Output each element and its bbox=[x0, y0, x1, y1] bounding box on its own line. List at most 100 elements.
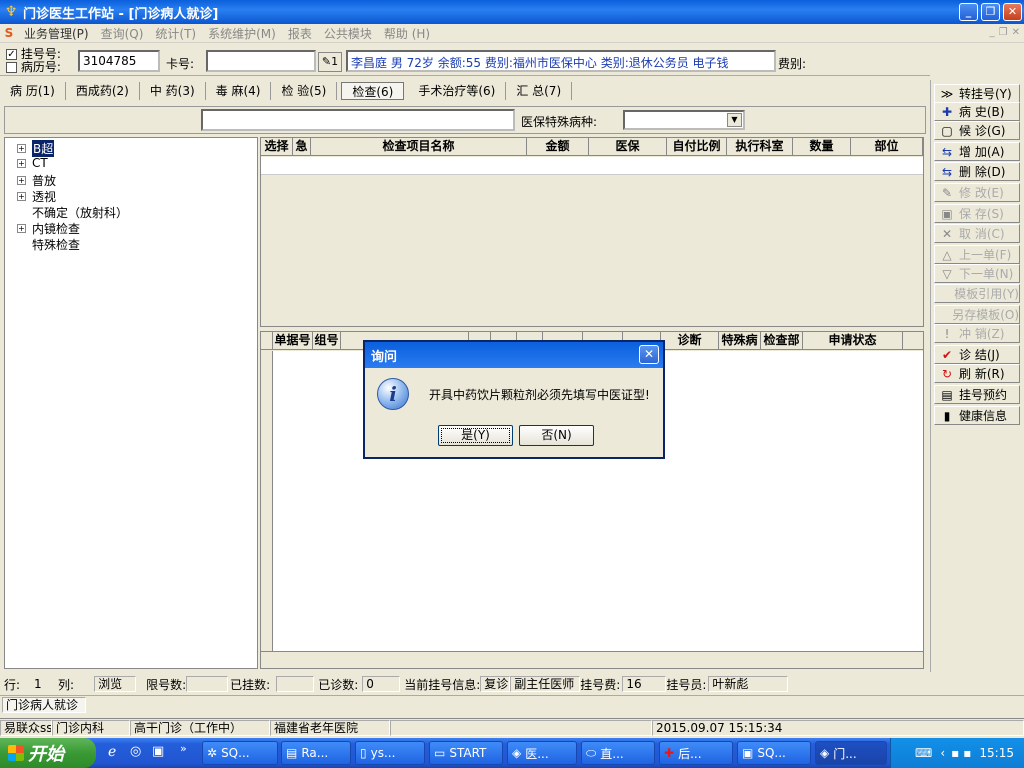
col-special-disease[interactable]: 特殊病 bbox=[719, 332, 761, 349]
col-insurance[interactable]: 医保 bbox=[589, 138, 667, 155]
appointment-button[interactable]: ▤ 挂号预约 bbox=[934, 385, 1020, 404]
edit-button[interactable]: ✎ 修 改(E) bbox=[934, 183, 1020, 202]
conclude-button[interactable]: ✔ 诊 结(J) bbox=[934, 345, 1020, 364]
refresh-button[interactable]: ↻ 刷 新(R) bbox=[934, 364, 1020, 383]
tree-item-special[interactable]: 特殊检查 bbox=[32, 236, 80, 253]
restore-button[interactable]: ❐ bbox=[981, 3, 1000, 21]
start-button[interactable]: 开始 bbox=[0, 738, 96, 768]
keyboard-icon[interactable]: ⌨ bbox=[915, 746, 932, 760]
network-icon[interactable]: ▪ bbox=[963, 746, 971, 760]
taskbar-item-ys[interactable]: ▯ ys... bbox=[355, 741, 425, 765]
col-body-part[interactable]: 部位 bbox=[851, 138, 923, 155]
add-button[interactable]: ⇆ 增 加(A) bbox=[934, 142, 1020, 161]
read-card-button[interactable]: ✎1 bbox=[318, 52, 342, 72]
tab-surgery[interactable]: 手术治疗等(6) bbox=[408, 82, 507, 100]
tab-narcotics[interactable]: 毒 麻(4) bbox=[206, 82, 272, 100]
tree-item-uncertain[interactable]: 不确定（放射科） bbox=[32, 204, 128, 221]
mdi-close-icon[interactable]: ✕ bbox=[1012, 27, 1020, 38]
tab-lab-test[interactable]: 检 验(5) bbox=[271, 82, 338, 100]
taskbar-item-sq2[interactable]: ▣ SQ... bbox=[737, 741, 811, 765]
tree-item-radiography[interactable]: + 普放 bbox=[17, 172, 56, 189]
reverse-button[interactable]: ! 冲 销(Z) bbox=[934, 324, 1020, 343]
yes-button[interactable]: 是(Y) bbox=[438, 425, 513, 446]
save-button[interactable]: ▣ 保 存(S) bbox=[934, 204, 1020, 223]
ie-icon[interactable]: ℯ bbox=[108, 744, 116, 760]
tab-record[interactable]: 病 历(1) bbox=[0, 82, 66, 100]
expand-icon[interactable]: + bbox=[17, 158, 26, 168]
col-exam-dept[interactable]: 检查部 bbox=[761, 332, 803, 349]
tree-item-ct[interactable]: + CT bbox=[17, 156, 48, 170]
col-exec-dept[interactable]: 执行科室 bbox=[727, 138, 793, 155]
menu-report[interactable]: 报表 bbox=[282, 25, 318, 42]
tab-western-medicine[interactable]: 西成药(2) bbox=[66, 82, 140, 100]
col-group-no[interactable]: 组号 bbox=[313, 332, 341, 349]
taskbar-item-start[interactable]: ▭ START bbox=[429, 741, 503, 765]
expand-icon[interactable]: + bbox=[17, 224, 26, 233]
save-template-button[interactable]: 另存模板(O) bbox=[934, 305, 1020, 324]
special-disease-select[interactable]: ▼ bbox=[623, 110, 745, 130]
next-button[interactable]: ▽ 下一单(N) bbox=[934, 264, 1020, 283]
clock[interactable]: 15:15 bbox=[979, 746, 1014, 760]
col-urgent[interactable]: 急 bbox=[293, 138, 311, 155]
mdi-minimize-icon[interactable]: _ bbox=[990, 27, 995, 38]
record-no-input[interactable]: 3104785 bbox=[78, 50, 160, 72]
expand-icon[interactable]: + bbox=[17, 144, 26, 153]
record-no-checkbox[interactable] bbox=[6, 62, 17, 73]
col-item-name[interactable]: 检查项目名称 bbox=[311, 138, 527, 155]
history-button[interactable]: ✚ 病 史(B) bbox=[934, 102, 1020, 121]
tree-item-b-ultrasound[interactable]: + B超 bbox=[17, 140, 55, 157]
taskbar-item-ra[interactable]: ▤ Ra... bbox=[281, 741, 351, 765]
tab-examination[interactable]: 检查(6) bbox=[341, 82, 405, 100]
menu-help[interactable]: 帮助 (H) bbox=[378, 25, 436, 42]
menu-system[interactable]: 系统维护(M) bbox=[202, 25, 282, 42]
mdi-restore-icon[interactable]: ❐ bbox=[999, 27, 1008, 38]
col-quantity[interactable]: 数量 bbox=[793, 138, 851, 155]
tab-summary[interactable]: 汇 总(7) bbox=[506, 82, 573, 100]
card-input[interactable] bbox=[206, 50, 316, 72]
horizontal-scrollbar[interactable] bbox=[261, 651, 923, 668]
expand-icon[interactable]: + bbox=[17, 192, 26, 201]
tab-chinese-medicine[interactable]: 中 药(3) bbox=[140, 82, 206, 100]
tree-item-endoscopy[interactable]: + 内镜检查 bbox=[17, 220, 80, 237]
col-self-pay[interactable]: 自付比例 bbox=[667, 138, 727, 155]
close-button[interactable]: ✕ bbox=[1003, 3, 1022, 21]
taskbar-item-medical[interactable]: ◈ 医... bbox=[507, 741, 577, 765]
col-diagnosis[interactable]: 诊断 bbox=[661, 332, 719, 349]
col-doc-no[interactable]: 单据号 bbox=[273, 332, 313, 349]
waiting-button[interactable]: ▢ 候 诊(G) bbox=[934, 121, 1020, 140]
quicklaunch-more-icon[interactable]: » bbox=[180, 742, 187, 755]
taskbar-item-back[interactable]: ✚ 后... bbox=[659, 741, 733, 765]
expand-icon[interactable]: + bbox=[17, 176, 26, 185]
desktop-icon[interactable]: ▣ bbox=[152, 744, 164, 759]
transfer-reg-button[interactable]: ≫ 转挂号(Y) bbox=[934, 84, 1020, 103]
waiting-icon: ▢ bbox=[941, 123, 953, 138]
window-tab-current[interactable]: 门诊病人就诊 bbox=[2, 696, 86, 713]
taskbar-item-sq1[interactable]: ✲ SQ... bbox=[202, 741, 278, 765]
reg-no-checkbox[interactable]: ✓ bbox=[6, 49, 17, 60]
col-amount[interactable]: 金额 bbox=[527, 138, 589, 155]
prev-button[interactable]: △ 上一单(F) bbox=[934, 245, 1020, 264]
no-button[interactable]: 否(N) bbox=[519, 425, 594, 446]
filter-input[interactable] bbox=[201, 109, 515, 131]
menu-statistics[interactable]: 统计(T) bbox=[149, 25, 202, 42]
network-icon[interactable]: ▪ bbox=[951, 746, 959, 760]
minimize-button[interactable]: _ bbox=[959, 3, 978, 21]
taskbar-item-clinic[interactable]: ◈ 门... bbox=[815, 741, 887, 765]
health-info-button[interactable]: ▮ 健康信息 bbox=[934, 406, 1020, 425]
template-ref-button[interactable]: 模板引用(Y) bbox=[934, 284, 1020, 303]
browser-icon[interactable]: ◎ bbox=[130, 744, 141, 759]
cancel-button[interactable]: ✕ 取 消(C) bbox=[934, 224, 1020, 243]
table-row[interactable] bbox=[261, 157, 923, 175]
chevron-down-icon[interactable]: ▼ bbox=[727, 113, 742, 127]
delete-button[interactable]: ⇆ 删 除(D) bbox=[934, 162, 1020, 181]
tree-item-fluoroscopy[interactable]: + 透视 bbox=[17, 188, 56, 205]
dialog-close-button[interactable]: ✕ bbox=[639, 345, 659, 364]
col-select[interactable]: 选择 bbox=[261, 138, 293, 155]
col-indicator[interactable] bbox=[261, 332, 273, 349]
taskbar-item-direct[interactable]: ⬭ 直... bbox=[581, 741, 655, 765]
tray-expand-icon[interactable]: ‹ bbox=[940, 746, 945, 760]
menu-business[interactable]: 业务管理(P) bbox=[18, 25, 95, 42]
col-request-status[interactable]: 申请状态 bbox=[803, 332, 903, 349]
menu-query[interactable]: 查询(Q) bbox=[95, 25, 150, 42]
menu-public[interactable]: 公共模块 bbox=[318, 25, 378, 42]
